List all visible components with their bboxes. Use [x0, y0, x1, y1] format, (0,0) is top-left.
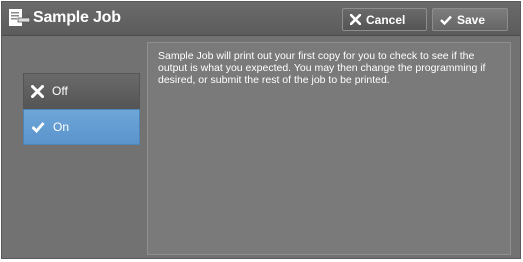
- checkmark-icon: [440, 15, 452, 25]
- description-text: Sample Job will print out your first cop…: [158, 50, 486, 86]
- job-page-icon: [8, 8, 31, 28]
- close-icon: [350, 14, 361, 25]
- page-title: Sample Job: [33, 9, 121, 26]
- cancel-button[interactable]: Cancel: [342, 8, 427, 31]
- screen: Sample Job Cancel Save Off On Sample Job…: [0, 0, 523, 262]
- cancel-button-label: Cancel: [366, 12, 406, 27]
- option-off[interactable]: Off: [23, 73, 140, 109]
- sample-job-panel: Sample Job Cancel Save Off On Sample Job…: [1, 1, 521, 259]
- close-icon: [31, 84, 44, 98]
- header-bar: Sample Job Cancel Save: [2, 2, 520, 36]
- option-on[interactable]: On: [23, 109, 140, 145]
- option-on-label: On: [53, 120, 70, 134]
- checkmark-icon: [31, 122, 45, 133]
- save-button[interactable]: Save: [432, 8, 508, 31]
- save-button-label: Save: [457, 12, 486, 27]
- option-off-label: Off: [52, 84, 68, 98]
- description-box: Sample Job will print out your first cop…: [147, 42, 511, 255]
